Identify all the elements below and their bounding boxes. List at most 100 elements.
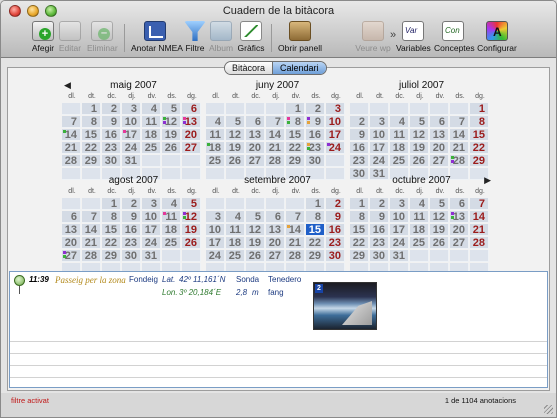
calendar-day[interactable]: 4 [390,116,409,128]
calendar-day[interactable]: 11 [142,116,161,128]
conceptes-button[interactable]: Conceptes [434,21,475,57]
calendar-day[interactable]: 26 [430,237,449,249]
calendar-day[interactable]: 30 [102,155,121,167]
calendar-day[interactable]: 15 [350,224,369,236]
entry-title[interactable]: Passeig per la zona [55,275,126,285]
calendar-day[interactable]: 13 [246,129,265,141]
calendar-day[interactable]: 8 [470,116,489,128]
filtre-button[interactable]: Filtre [184,21,206,57]
calendar-day[interactable]: 4 [410,198,429,210]
calendar-day[interactable]: 27 [450,237,469,249]
calendar-day[interactable]: 25 [390,155,409,167]
calendar-day[interactable]: 25 [206,155,225,167]
calendar-day[interactable]: 20 [246,142,265,154]
calendar-day[interactable]: 1 [286,103,305,115]
calendar-day[interactable]: 21 [470,224,489,236]
calendar-day[interactable]: 3 [326,103,345,115]
calendar-day[interactable]: 27 [182,142,201,154]
calendar-day[interactable]: 5 [182,198,201,210]
calendar-day[interactable]: 6 [62,211,81,223]
calendar-day[interactable]: 29 [306,250,325,262]
calendar-day[interactable]: 16 [102,129,121,141]
calendar-day[interactable]: 15 [306,224,325,236]
calendar-day[interactable]: 20 [450,224,469,236]
calendar-day[interactable]: 22 [102,237,121,249]
calendar-day[interactable]: 3 [122,103,141,115]
calendar-day[interactable]: 21 [266,142,285,154]
calendar-day[interactable]: 17 [142,224,161,236]
calendar-day[interactable]: 17 [206,237,225,249]
calendar-day[interactable]: 10 [206,224,225,236]
calendar-day[interactable]: 28 [470,237,489,249]
calendar-day[interactable]: 12 [182,211,201,223]
calendar-day[interactable]: 28 [62,155,81,167]
calendar-day[interactable]: 10 [122,116,141,128]
calendar-day[interactable]: 26 [162,142,181,154]
calendar-day[interactable]: 14 [470,211,489,223]
calendar-day[interactable]: 1 [350,198,369,210]
calendar-day[interactable]: 26 [226,155,245,167]
calendar-day[interactable]: 1 [470,103,489,115]
calendar-day[interactable]: 11 [162,211,181,223]
calendar-day[interactable]: 16 [326,224,345,236]
calendar-day[interactable]: 23 [326,237,345,249]
calendar-day[interactable]: 8 [350,211,369,223]
calendar-day[interactable]: 24 [142,237,161,249]
previous-month-icon[interactable]: ◀ [64,80,71,91]
calendar-day[interactable]: 15 [286,129,305,141]
calendar-day[interactable]: 8 [286,116,305,128]
calendar-day[interactable]: 21 [62,142,81,154]
grafics-button[interactable]: Gràfics [237,21,265,57]
calendar-day[interactable]: 2 [122,198,141,210]
calendar-day[interactable]: 25 [162,237,181,249]
calendar-day[interactable]: 3 [206,211,225,223]
calendar-day[interactable]: 5 [430,198,449,210]
calendar-day[interactable]: 16 [370,224,389,236]
calendar-day[interactable]: 30 [370,250,389,262]
tab-bitacora[interactable]: Bitàcora [225,62,273,74]
calendar-day[interactable]: 20 [266,237,285,249]
calendar-day[interactable]: 13 [62,224,81,236]
calendar-day[interactable]: 10 [326,116,345,128]
calendar-day[interactable]: 22 [82,142,101,154]
calendar-day[interactable]: 15 [470,129,489,141]
calendar-day[interactable]: 14 [286,224,305,236]
calendar-day[interactable]: 8 [306,211,325,223]
calendar-day[interactable]: 26 [410,155,429,167]
calendar-day[interactable]: 13 [182,116,201,128]
tab-calendari[interactable]: Calendari [272,62,326,74]
calendar-day[interactable]: 22 [286,142,305,154]
calendar-day[interactable]: 11 [206,129,225,141]
calendar-day[interactable]: 23 [350,155,369,167]
calendar-day[interactable]: 29 [82,155,101,167]
calendar-day[interactable]: 12 [410,129,429,141]
calendar-day[interactable]: 31 [122,155,141,167]
calendar-day[interactable]: 9 [350,129,369,141]
calendar-day[interactable]: 7 [62,116,81,128]
calendar-day[interactable]: 15 [102,224,121,236]
calendar-day[interactable]: 24 [390,237,409,249]
calendar-day[interactable]: 31 [390,250,409,262]
calendar-day[interactable]: 24 [206,250,225,262]
calendar-day[interactable]: 27 [266,250,285,262]
calendar-day[interactable]: 28 [286,250,305,262]
calendar-day[interactable]: 28 [266,155,285,167]
calendar-day[interactable]: 23 [370,237,389,249]
calendar-day[interactable]: 10 [390,211,409,223]
calendar-day[interactable]: 7 [82,211,101,223]
calendar-day[interactable]: 27 [246,155,265,167]
calendar-day[interactable]: 24 [326,142,345,154]
calendar-day[interactable]: 16 [122,224,141,236]
calendar-day[interactable]: 18 [226,237,245,249]
calendar-day[interactable]: 13 [450,211,469,223]
calendar-day[interactable]: 17 [390,224,409,236]
calendar-day[interactable]: 13 [430,129,449,141]
calendar-day[interactable]: 29 [470,155,489,167]
calendar-day[interactable]: 3 [142,198,161,210]
calendar-day[interactable]: 9 [122,211,141,223]
anotar-nmea-button[interactable]: Anotar NMEA [131,21,183,57]
calendar-day[interactable]: 30 [326,250,345,262]
calendar-day[interactable]: 1 [102,198,121,210]
calendar-day[interactable]: 6 [430,116,449,128]
eliminar-button[interactable]: Eliminar [87,21,118,57]
